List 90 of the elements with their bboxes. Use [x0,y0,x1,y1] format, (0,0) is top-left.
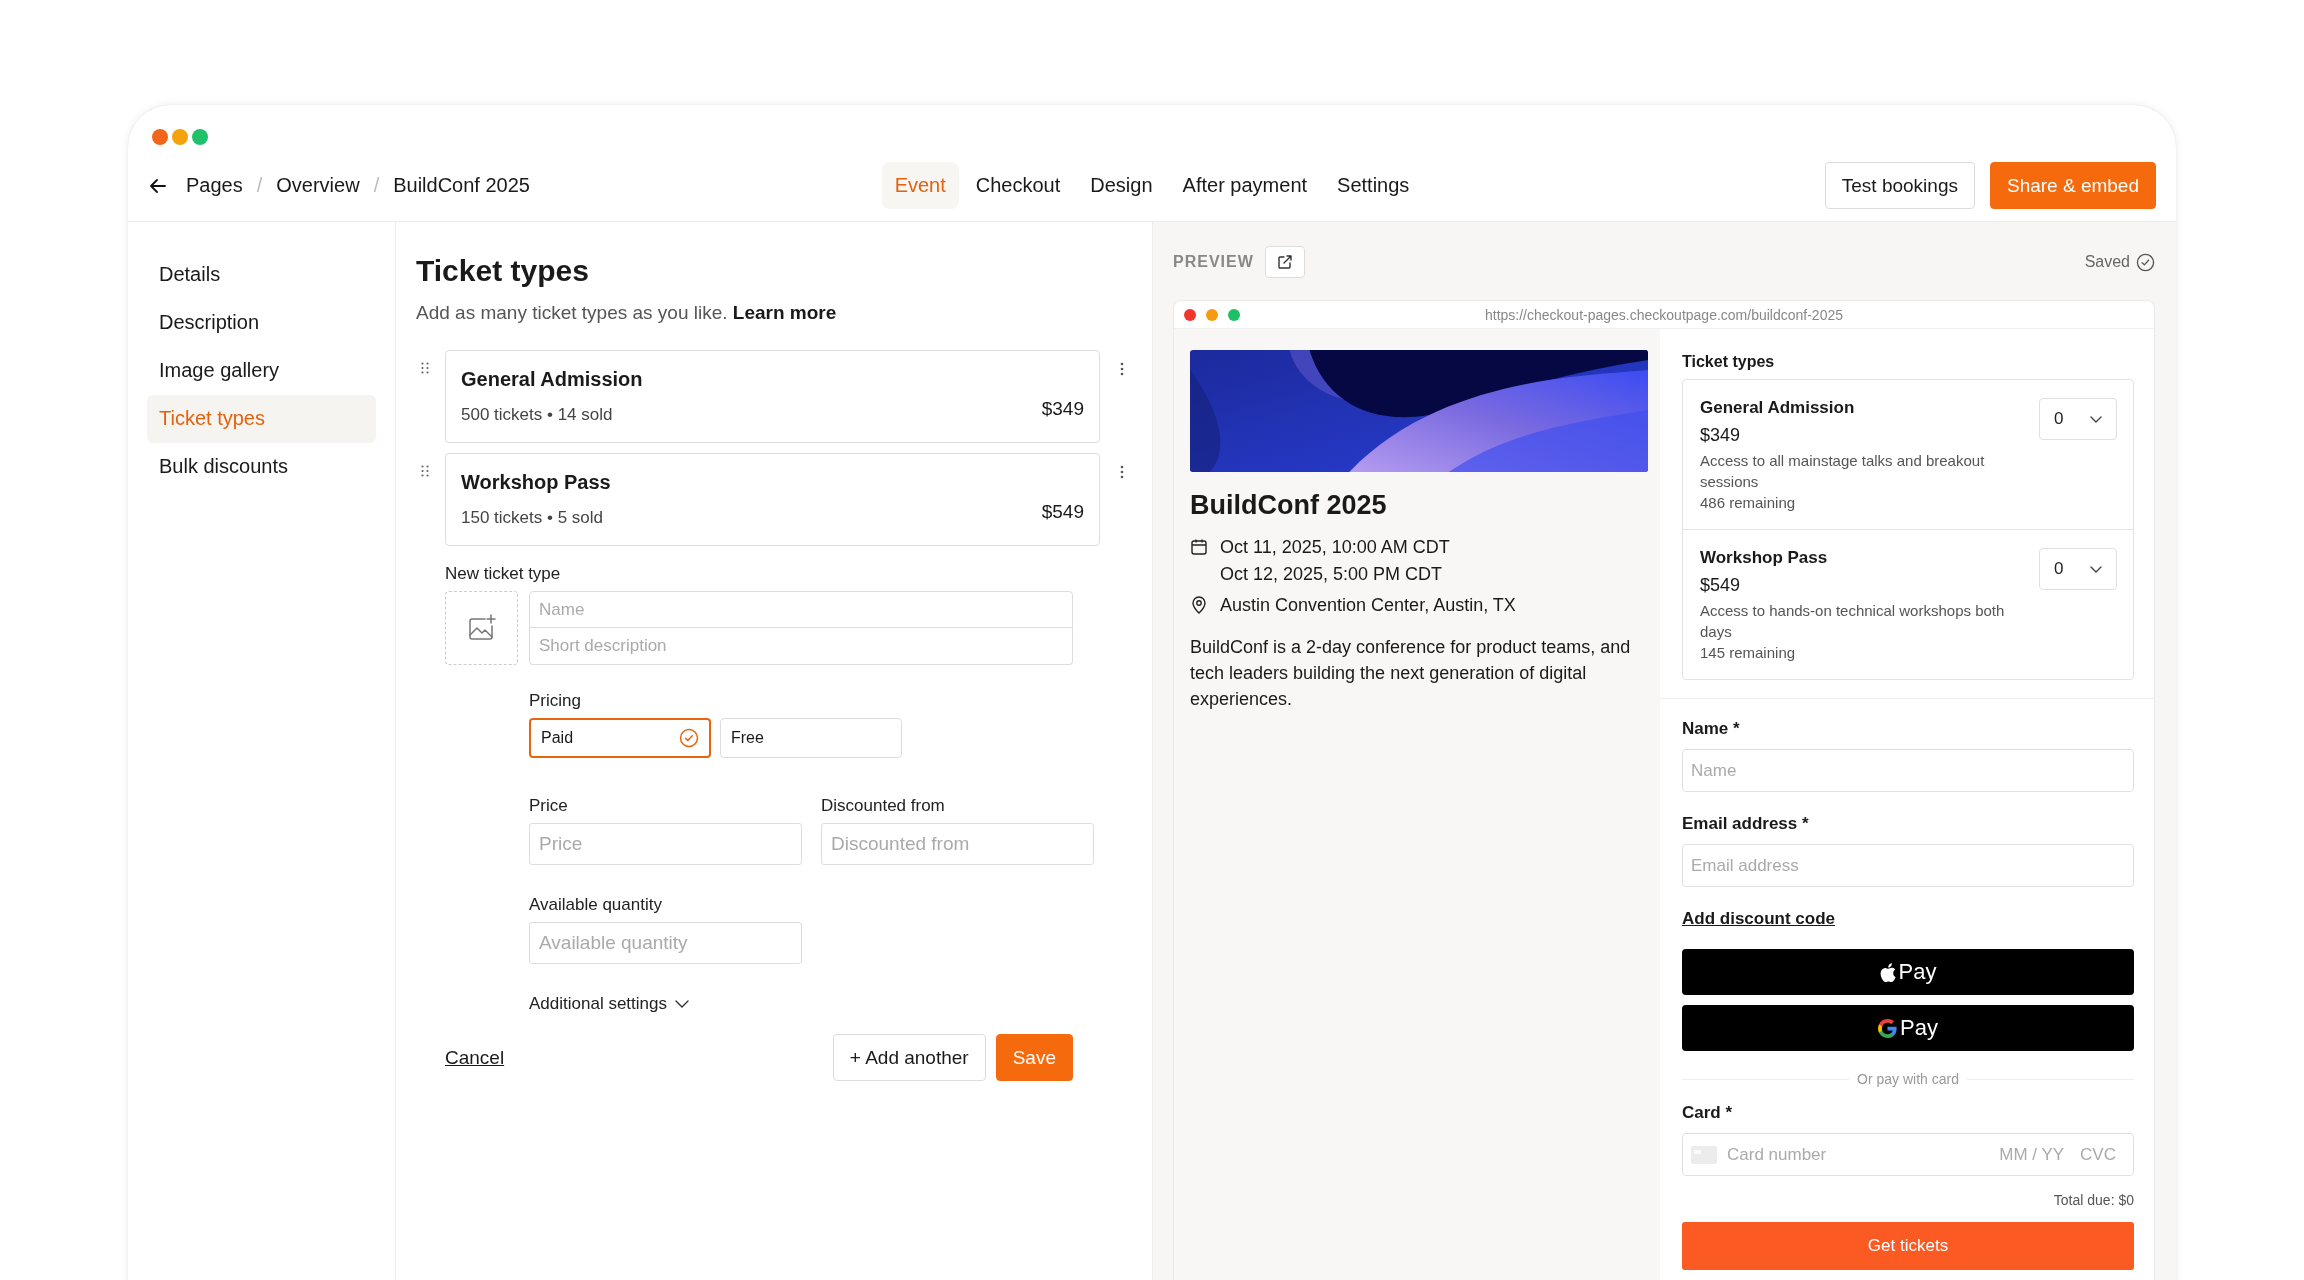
save-status: Saved [2084,253,2130,271]
ticket-price: $549 [1041,500,1084,523]
ticket-card[interactable]: General Admission 500 tickets • 14 sold $349 [445,350,1100,443]
google-icon [1878,1018,1898,1038]
name-input[interactable]: Name [529,591,1073,628]
discount-code-link[interactable]: Add discount code [1682,909,1835,929]
calendar-icon [1190,538,1208,556]
nav-tab[interactable]: After payment [1169,162,1321,209]
window-control[interactable] [152,129,168,145]
image-upload-area[interactable] [445,591,518,665]
more-options-icon[interactable] [1120,465,1124,479]
text-input[interactable]: Name [1682,749,2134,792]
event-location: Austin Convention Center, Austin, TX [1220,595,1516,616]
field-label: New ticket type [445,564,562,584]
ticket-name: Workshop Pass [461,471,611,494]
text-input[interactable]: Email address [1682,844,2134,887]
breadcrumb-link[interactable]: Pages [186,174,243,197]
quantity-select[interactable]: 0 [2039,548,2117,590]
cvc-placeholder: CVC [2080,1144,2116,1165]
preview-label: PREVIEW [1173,253,1254,271]
field-label: Name * [1682,719,1741,739]
more-options-icon[interactable] [1120,362,1124,376]
pricing-option[interactable]: Paid [529,718,711,758]
chevron-down-icon [2090,565,2102,573]
breadcrumb-separator: / [373,174,380,197]
nav-tab[interactable]: Checkout [962,162,1074,209]
ticket-summary: 150 tickets • 5 sold [461,508,605,528]
cancel-link[interactable]: Cancel [445,1046,505,1069]
section-title: Ticket types [416,254,590,288]
description-input[interactable]: Short description [529,628,1073,665]
expiry-placeholder: MM / YY [1999,1144,2065,1165]
ticket-price: $349 [1700,425,1742,446]
chevron-down-icon [2090,415,2102,423]
external-link-icon [1276,254,1293,270]
ticket-remaining: 145 remaining [1700,643,1797,663]
add-another-button[interactable]: + Add another [832,1034,986,1081]
event-description: BuildConf is a 2-day conference for product teams, and tech leaders building the next generation of digital experiences. [1190,636,1632,711]
field-label: Card * [1682,1103,1734,1123]
field-label: Discounted from [821,796,946,816]
drag-handle-icon[interactable] [421,362,429,374]
text-input[interactable]: Discounted from [821,823,1094,865]
divider-text: Or pay with card [1857,1071,1959,1087]
text-input[interactable]: Price [529,823,802,865]
ticket-name: General Admission [1700,398,1856,418]
ticket-name: General Admission [461,368,643,391]
ticket-types-heading: Ticket types [1682,353,1776,371]
nav-tab[interactable]: Design [1077,162,1166,209]
breadcrumb-link[interactable]: BuildConf 2025 [393,174,530,197]
sidebar-item[interactable]: Image gallery [147,347,376,395]
sidebar-item[interactable]: Details [147,251,376,299]
additional-settings-toggle[interactable]: Additional settings [529,994,689,1014]
field-label: Email address * [1682,814,1810,834]
drag-handle-icon[interactable] [421,465,429,477]
quantity-select[interactable]: 0 [2039,398,2117,440]
location-pin-icon [1190,596,1208,614]
event-date: Oct 11, 2025, 10:00 AM CDT [1220,537,1450,558]
apple-icon [1879,962,1896,982]
add-image-icon [466,613,497,643]
chevron-down-icon [675,1000,689,1008]
check-circle-icon [2136,252,2155,272]
text-input[interactable]: Available quantity [529,922,802,964]
pricing-option[interactable]: Free [720,718,902,758]
ticket-description: Access to all mainstage talks and breakout sessions [1700,451,1986,492]
ticket-name: Workshop Pass [1700,548,1829,568]
open-external-button[interactable] [1264,246,1305,278]
learn-more-link[interactable]: Learn more [732,302,837,323]
event-date: Oct 12, 2025, 5:00 PM CDT [1220,564,1444,585]
sidebar-item[interactable]: Description [147,299,376,347]
ticket-price: $549 [1700,575,1742,596]
section-description: Add as many ticket types as you like. [416,302,728,323]
nav-tab[interactable]: Settings [1324,162,1423,209]
ticket-remaining: 486 remaining [1700,493,1797,513]
ticket-price: $349 [1041,397,1084,420]
field-label: Pricing [529,691,582,711]
check-circle-icon [679,728,699,748]
breadcrumb-link[interactable]: Overview [276,174,360,197]
apple-pay-button[interactable]: Pay [1682,949,2134,995]
field-label: Price [529,796,569,816]
event-title: BuildConf 2025 [1190,490,1388,521]
card-number-placeholder: Card number [1727,1144,1828,1165]
ticket-card[interactable]: Workshop Pass 150 tickets • 5 sold $549 [445,453,1100,546]
ticket-summary: 500 tickets • 14 sold [461,405,614,425]
field-label: Available quantity [529,895,663,915]
test-bookings-button[interactable]: Test bookings [1824,162,1975,209]
breadcrumb-separator: / [256,174,263,197]
google-pay-button[interactable]: Pay [1682,1005,2134,1051]
total-due: Total due: $0 [2053,1192,2134,1208]
url-text: https://checkout-pages.checkoutpage.com/buildconf-2025 [1484,306,1844,323]
sidebar-item[interactable]: Bulk discounts [147,443,376,491]
ticket-description: Access to hands-on technical workshops both days [1700,601,2006,642]
